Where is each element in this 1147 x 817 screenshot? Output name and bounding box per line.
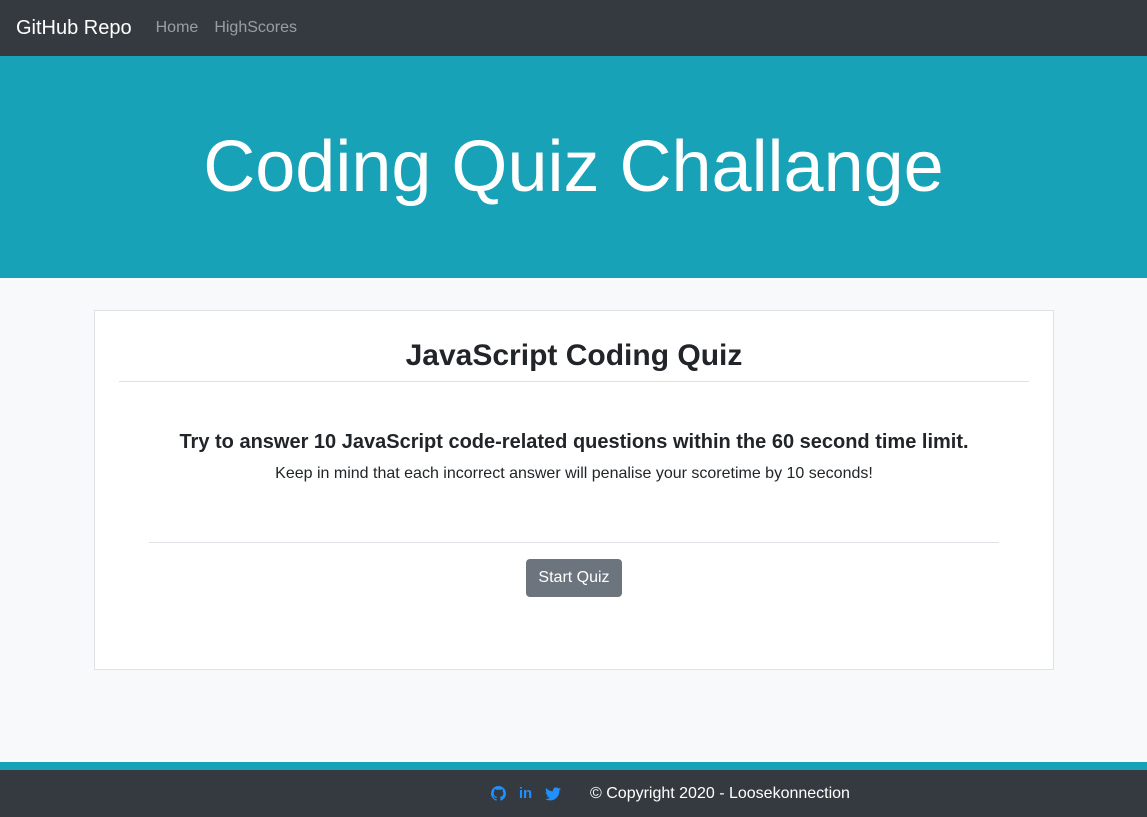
nav-link-highscores[interactable]: HighScores bbox=[206, 19, 305, 37]
nav-link-home[interactable]: Home bbox=[148, 19, 207, 37]
twitter-icon-graphic bbox=[544, 786, 561, 800]
github-icon-graphic bbox=[491, 786, 506, 801]
divider bbox=[149, 542, 999, 543]
quiz-instructions: Try to answer 10 JavaScript code-related… bbox=[179, 431, 969, 453]
start-quiz-button[interactable]: Start Quiz bbox=[526, 559, 622, 597]
copyright-text: © Copyright 2020 - Loosekonnection bbox=[590, 785, 850, 802]
brand-link[interactable]: GitHub Repo bbox=[16, 17, 132, 40]
divider bbox=[119, 381, 1029, 382]
quiz-title: JavaScript Coding Quiz bbox=[405, 339, 743, 372]
hero-title: Coding Quiz Challange bbox=[203, 127, 944, 207]
github-icon[interactable] bbox=[490, 785, 507, 802]
twitter-icon[interactable] bbox=[544, 785, 561, 802]
main-content: JavaScript Coding Quiz Try to answer 10 … bbox=[0, 278, 1147, 762]
footer: in © Copyright 2020 - Loosekonnection bbox=[0, 770, 1147, 817]
top-navbar: GitHub Repo Home HighScores bbox=[0, 0, 1147, 56]
quiz-penalty-note: Keep in mind that each incorrect answer … bbox=[275, 465, 873, 482]
quiz-card: JavaScript Coding Quiz Try to answer 10 … bbox=[94, 310, 1054, 670]
footer-accent-bar bbox=[0, 762, 1147, 770]
linkedin-icon[interactable]: in bbox=[517, 785, 534, 802]
social-links: in bbox=[490, 770, 561, 817]
hero-banner: Coding Quiz Challange bbox=[0, 56, 1147, 278]
